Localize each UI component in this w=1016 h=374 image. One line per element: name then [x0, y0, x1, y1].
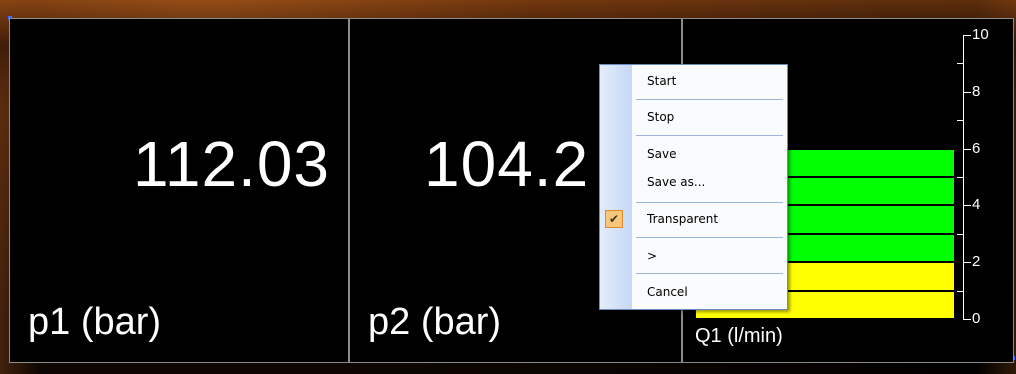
menu-item-save-as[interactable]: Save as... [600, 171, 787, 193]
menu-separator [636, 99, 783, 100]
scale-tick [963, 91, 971, 93]
scale-tick [957, 233, 963, 235]
menu-item-cancel[interactable]: Cancel [600, 281, 787, 303]
scale-tick [963, 262, 971, 264]
menu-separator [636, 273, 783, 274]
scale-axis [963, 35, 964, 319]
menu-item-stop-label: Stop [647, 110, 675, 124]
scale-tick [963, 319, 971, 320]
menu-item-stop[interactable]: Stop [600, 106, 787, 128]
menu-separator [636, 135, 783, 136]
menu-separator [636, 202, 783, 203]
scale-tick-label: 10 [972, 26, 989, 43]
checkmark-icon: ✔ [605, 210, 623, 228]
scale-tick-label: 4 [972, 196, 981, 214]
q1-label: Q1 (l/min) [695, 325, 783, 347]
p1-value: 112.03 [133, 128, 330, 200]
context-menu: Start Stop Save Save as... ✔ Transparent… [599, 64, 788, 310]
scale-tick [963, 35, 971, 36]
menu-item-save-label: Save [647, 147, 677, 161]
scale-tick [957, 63, 963, 65]
menu-separator [636, 237, 783, 238]
scale-tick [963, 205, 971, 207]
p1-display-panel[interactable]: 112.03 p1 (bar) [9, 18, 349, 363]
menu-item-start-label: Start [647, 74, 677, 88]
menu-item-save-as-label: Save as... [647, 175, 706, 189]
scale-tick-label: 6 [972, 139, 981, 157]
scale-tick-label: 8 [972, 82, 981, 100]
scale-tick-label: 2 [972, 253, 981, 271]
scale-tick [957, 120, 963, 122]
menu-item-cancel-label: Cancel [647, 285, 688, 299]
scale-tick-label: 0 [972, 310, 981, 327]
menu-item-transparent[interactable]: ✔ Transparent [600, 208, 787, 230]
p2-label: p2 (bar) [368, 301, 502, 343]
scale-tick [957, 290, 963, 292]
menu-item-arrow-label: > [647, 249, 658, 263]
menu-item-transparent-label: Transparent [647, 212, 719, 226]
scale-tick [963, 148, 971, 150]
p1-label: p1 (bar) [28, 301, 162, 343]
menu-item-submenu-arrow[interactable]: > [600, 245, 787, 267]
scale-tick [957, 177, 963, 178]
menu-item-start[interactable]: Start [600, 70, 787, 92]
menu-item-save[interactable]: Save [600, 143, 787, 165]
